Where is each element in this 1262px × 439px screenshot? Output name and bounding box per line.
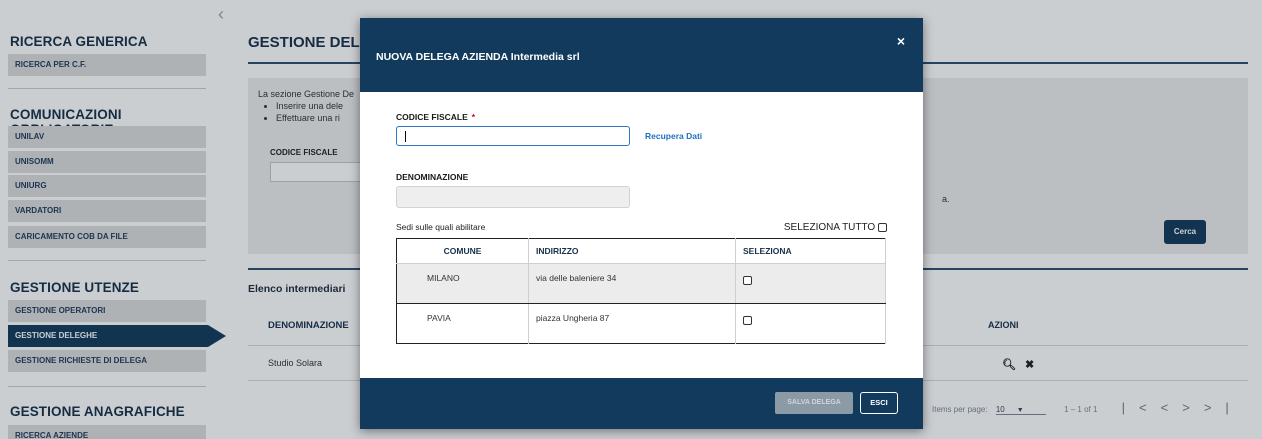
dialog-footer: SALVA DELEGA ESCI (360, 378, 923, 429)
esci-button[interactable]: ESCI (860, 392, 898, 414)
dialog-header: NUOVA DELEGA AZIENDA Intermedia srl × (360, 18, 923, 92)
salva-delega-button[interactable]: SALVA DELEGA (775, 392, 853, 414)
row-checkbox[interactable] (743, 316, 752, 325)
column-header-comune: COMUNE (396, 238, 529, 264)
select-all[interactable]: SELEZIONA TUTTO (784, 222, 887, 233)
cell-seleziona (735, 263, 886, 304)
cell-comune: PAVIA (396, 303, 529, 344)
codice-fiscale-field-label: CODICE FISCALE * (396, 112, 476, 122)
table-row: PAVIA piazza Ungheria 87 (396, 303, 886, 344)
close-icon[interactable]: × (897, 33, 905, 49)
cell-indirizzo: piazza Ungheria 87 (528, 303, 736, 344)
codice-fiscale-input[interactable] (396, 126, 630, 146)
table-header-row: COMUNE INDIRIZZO SELEZIONA (396, 238, 886, 264)
required-marker: * (471, 112, 476, 122)
text-caret (405, 131, 406, 142)
cell-comune: MILANO (396, 263, 529, 304)
sedi-label: Sedi sulle quali abilitare (396, 222, 486, 232)
recupera-dati-link[interactable]: Recupera Dati (645, 131, 702, 141)
row-checkbox[interactable] (743, 276, 752, 285)
column-header-indirizzo: INDIRIZZO (528, 238, 736, 264)
select-all-checkbox[interactable] (878, 222, 887, 232)
dialog-title: NUOVA DELEGA AZIENDA Intermedia srl (376, 51, 580, 63)
sedi-table: COMUNE INDIRIZZO SELEZIONA MILANO via de… (396, 238, 886, 344)
nuova-delega-dialog: NUOVA DELEGA AZIENDA Intermedia srl × CO… (360, 18, 923, 429)
cell-indirizzo: via delle baleniere 34 (528, 263, 736, 304)
column-header-seleziona: SELEZIONA (735, 238, 886, 264)
cell-seleziona (735, 303, 886, 344)
denominazione-input (396, 186, 630, 208)
table-row: MILANO via delle baleniere 34 (396, 263, 886, 304)
denominazione-field-label: DENOMINAZIONE (396, 172, 469, 182)
